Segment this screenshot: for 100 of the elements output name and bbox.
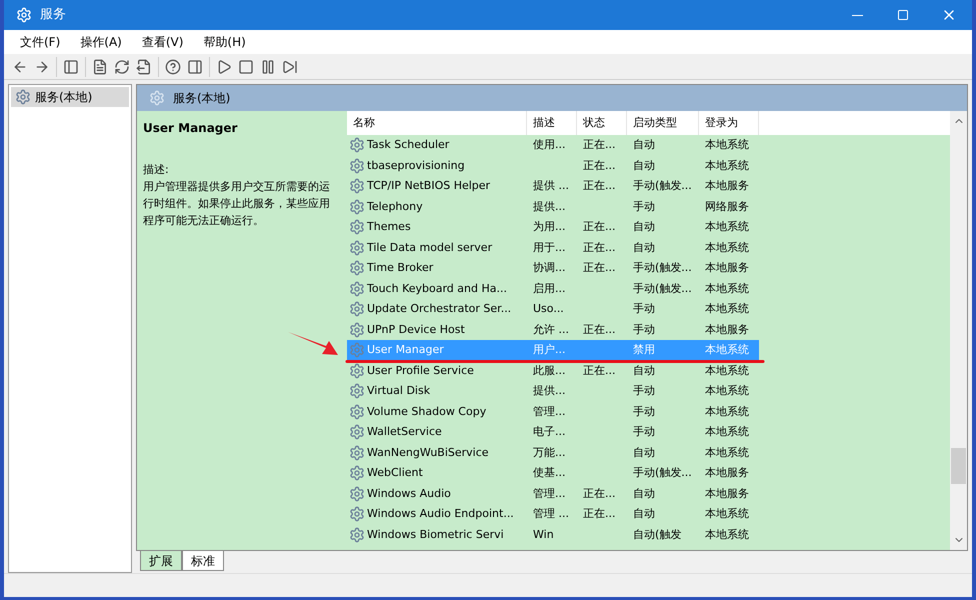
service-row[interactable]: Themes 为用... 正在... 自动 本地系统 xyxy=(347,217,759,238)
menu-item[interactable]: 帮助(H) xyxy=(195,33,254,51)
service-row[interactable]: Task Scheduler 使用... 正在... 自动 本地系统 xyxy=(347,135,759,156)
service-name: Volume Shadow Copy xyxy=(367,404,486,420)
column-header[interactable]: 登录为 xyxy=(699,111,759,135)
minimize-icon xyxy=(852,14,862,16)
gear-icon xyxy=(349,526,365,543)
table-cell: 正在... xyxy=(583,220,616,233)
table-cell: 本地系统 xyxy=(705,138,749,151)
service-row[interactable]: Touch Keyboard and Ha... 启用... 手动(触发... 本地系统 xyxy=(347,278,759,299)
menu-item[interactable]: 文件(F) xyxy=(12,33,68,51)
column-header[interactable]: 描述 xyxy=(527,111,577,135)
service-row[interactable]: WalletService 电子... 手动 本地系统 xyxy=(347,422,759,442)
description-text: 用户管理器提供多用户交互所需要的运行时组件。如果停止此服务，某些应用程序可能无法正确运行。 xyxy=(143,179,331,229)
service-row[interactable]: Update Orchestrator Ser... Uso... 手动 本地系统 xyxy=(347,299,759,320)
pane-title: 服务(本地) xyxy=(173,90,230,107)
table-cell: 本地服务 xyxy=(705,466,749,479)
service-name: Virtual Disk xyxy=(367,383,430,399)
column-header[interactable]: 状态 xyxy=(577,111,627,135)
table-cell: 本地服务 xyxy=(705,486,749,500)
document-icon[interactable] xyxy=(92,58,108,74)
service-name: Windows Audio Endpoint... xyxy=(367,506,514,522)
tree-item[interactable]: 服务(本地) xyxy=(11,87,129,107)
table-cell: 本地系统 xyxy=(705,507,749,520)
view-tab[interactable]: 标准 xyxy=(182,551,224,571)
column-header[interactable]: 名称 xyxy=(347,111,527,135)
pause-icon[interactable] xyxy=(260,58,276,74)
table-cell: 自动 xyxy=(633,507,655,520)
table-cell: 网络服务 xyxy=(705,200,749,212)
service-row[interactable]: WanNengWuBiService 万能... 自动 本地系统 xyxy=(347,442,759,463)
table-cell: 提供... xyxy=(533,384,566,397)
table-cell: 正在... xyxy=(583,179,616,192)
table-cell: 用户... xyxy=(533,343,566,356)
table-cell: 手动(触发... xyxy=(633,261,692,274)
table-cell: 正在... xyxy=(583,322,616,336)
table-cell: 正在... xyxy=(583,138,616,151)
service-row[interactable]: Telephony 提供... 手动 网络服务 xyxy=(347,196,759,217)
service-name: WebClient xyxy=(367,465,423,481)
description-label: 描述: xyxy=(143,162,170,178)
menu-item[interactable]: 查看(V) xyxy=(134,33,192,51)
service-row[interactable]: tbaseprovisioning 正在... 自动 本地系统 xyxy=(347,156,759,176)
service-name: WalletService xyxy=(367,424,442,440)
play-icon[interactable] xyxy=(216,58,232,74)
gear-icon xyxy=(349,465,365,482)
service-row[interactable]: User Profile Service 此服... 正在... 自动 本地系统 xyxy=(347,360,759,381)
menu-item[interactable]: 操作(A) xyxy=(72,33,130,51)
export-icon[interactable] xyxy=(136,58,152,74)
table-cell: 本地系统 xyxy=(705,240,749,254)
table-cell: 正在... xyxy=(583,158,616,172)
table-cell: 管理... xyxy=(533,486,566,500)
column-header[interactable]: 启动类型 xyxy=(627,111,699,135)
service-row[interactable]: Windows Audio Endpoint... 管理 ... 正在... 自动 本地系统 xyxy=(347,504,759,524)
service-row[interactable]: Virtual Disk 提供... 手动 本地系统 xyxy=(347,381,759,402)
table-cell: 手动(触发... xyxy=(633,466,692,479)
service-title: User Manager xyxy=(143,120,238,137)
table-cell: 自动 xyxy=(633,486,655,500)
table-cell: 协调... xyxy=(533,261,566,274)
stop-icon[interactable] xyxy=(238,58,254,74)
back-icon[interactable] xyxy=(12,58,28,74)
service-row[interactable]: Windows Biometric Servi Win 自动(触发 本地系统 xyxy=(347,524,759,545)
gear-icon xyxy=(349,137,365,154)
table-cell: 万能... xyxy=(533,446,566,458)
table-cell: 手动 xyxy=(633,200,655,212)
gear-icon xyxy=(149,90,165,106)
service-name: Time Broker xyxy=(367,260,434,276)
scroll-thumb[interactable] xyxy=(951,448,966,484)
service-name: Telephony xyxy=(367,198,423,214)
gear-icon xyxy=(349,280,365,297)
service-row[interactable]: WebClient 使基... 手动(触发... 本地服务 xyxy=(347,463,759,484)
gear-icon xyxy=(349,198,365,215)
gear-icon xyxy=(349,219,365,236)
gear-icon xyxy=(349,362,365,379)
service-row[interactable]: Tile Data model server 用于... 正在... 自动 本地系统 xyxy=(347,238,759,258)
scrollbar[interactable] xyxy=(950,111,967,550)
help-icon[interactable] xyxy=(165,58,181,74)
table-cell: Uso... xyxy=(533,302,564,315)
table-cell: 使用... xyxy=(533,138,566,151)
gear-icon xyxy=(15,89,31,105)
table-cell: 正在... xyxy=(583,364,616,376)
resume-icon[interactable] xyxy=(282,58,298,74)
service-row[interactable]: TCP/IP NetBIOS Helper 提供 ... 正在... 手动(触发... 本地服务 xyxy=(347,176,759,196)
table-cell: 手动 xyxy=(633,322,655,336)
refresh-icon[interactable] xyxy=(114,58,130,74)
service-row[interactable]: Windows Audio 管理... 正在... 自动 本地服务 xyxy=(347,484,759,504)
gear-icon xyxy=(349,322,365,338)
panel-icon[interactable] xyxy=(187,58,203,74)
forward-icon[interactable] xyxy=(34,58,50,74)
table-cell: 使基... xyxy=(533,466,566,479)
table-cell: 为用... xyxy=(533,220,566,233)
maximize-icon xyxy=(897,9,909,21)
table-cell: 自动 xyxy=(633,446,655,458)
table-cell: 本地服务 xyxy=(705,322,749,336)
gear-icon xyxy=(349,404,365,420)
service-row[interactable]: UPnP Device Host 允许 ... 正在... 手动 本地服务 xyxy=(347,320,759,340)
service-name: WanNengWuBiService xyxy=(367,444,489,460)
panel-icon[interactable] xyxy=(63,58,79,74)
view-tab[interactable]: 扩展 xyxy=(140,551,182,571)
service-row[interactable]: Time Broker 协调... 正在... 手动(触发... 本地服务 xyxy=(347,258,759,278)
table-cell: 本地服务 xyxy=(705,261,749,274)
service-row[interactable]: Volume Shadow Copy 管理... 手动 本地系统 xyxy=(347,402,759,422)
